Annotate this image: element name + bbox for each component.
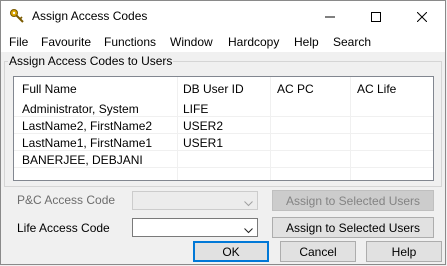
maximize-button[interactable] [353, 1, 399, 32]
pc-access-code-label: P&C Access Code [17, 193, 116, 207]
table-row[interactable]: LastName2, FirstName2 USER2 [14, 117, 433, 134]
pc-access-code-combo[interactable] [132, 191, 258, 210]
table-row[interactable]: Administrator, System LIFE [14, 100, 433, 117]
chevron-down-icon [244, 196, 253, 210]
close-button[interactable] [399, 1, 445, 32]
maximize-icon [371, 11, 381, 22]
life-access-code-combo[interactable] [132, 218, 258, 237]
table-row[interactable]: LastName1, FirstName1 USER1 [14, 134, 433, 151]
menu-search[interactable]: Search [333, 35, 371, 49]
group-title: Assign Access Codes to Users [8, 54, 174, 68]
menu-hardcopy[interactable]: Hardcopy [228, 35, 279, 49]
cell-full-name: BANERJEE, DEBJANI [22, 153, 143, 167]
ok-button[interactable]: OK [193, 241, 269, 262]
cell-db-user-id: USER1 [183, 136, 224, 150]
assign-life-code-button[interactable]: Assign to Selected Users [272, 217, 434, 238]
header-db-user-id[interactable]: DB User ID [183, 82, 244, 96]
table-row[interactable]: BANERJEE, DEBJANI [14, 151, 433, 168]
menu-help[interactable]: Help [294, 35, 319, 49]
title-bar: Assign Access Codes [1, 1, 445, 32]
users-table[interactable]: Full Name DB User ID AC PC AC Life Admin… [13, 76, 434, 181]
help-button[interactable]: Help [366, 241, 442, 262]
menu-file[interactable]: File [9, 35, 28, 49]
menu-window[interactable]: Window [170, 35, 213, 49]
cell-full-name: LastName2, FirstName2 [22, 119, 153, 133]
window-title: Assign Access Codes [32, 9, 148, 23]
cancel-button[interactable]: Cancel [280, 241, 356, 262]
life-access-code-label: Life Access Code [17, 221, 110, 235]
cell-full-name: Administrator, System [22, 102, 139, 116]
key-icon [9, 8, 25, 24]
menu-bar: File Favourite Functions Window Hardcopy… [1, 32, 445, 52]
header-ac-pc[interactable]: AC PC [277, 82, 314, 96]
close-icon [417, 11, 427, 22]
cell-db-user-id: LIFE [183, 102, 209, 116]
menu-functions[interactable]: Functions [104, 35, 156, 49]
assign-access-codes-window: Assign Access Codes File Favourite Funct… [0, 0, 446, 265]
header-full-name[interactable]: Full Name [22, 82, 77, 96]
minimize-icon [325, 16, 335, 17]
cell-db-user-id: USER2 [183, 119, 224, 133]
cell-full-name: LastName1, FirstName1 [22, 136, 153, 150]
minimize-button[interactable] [307, 1, 353, 32]
assign-pc-code-button[interactable]: Assign to Selected Users [272, 190, 434, 211]
header-ac-life[interactable]: AC Life [357, 82, 396, 96]
menu-favourite[interactable]: Favourite [41, 35, 91, 49]
chevron-down-icon [244, 223, 253, 237]
